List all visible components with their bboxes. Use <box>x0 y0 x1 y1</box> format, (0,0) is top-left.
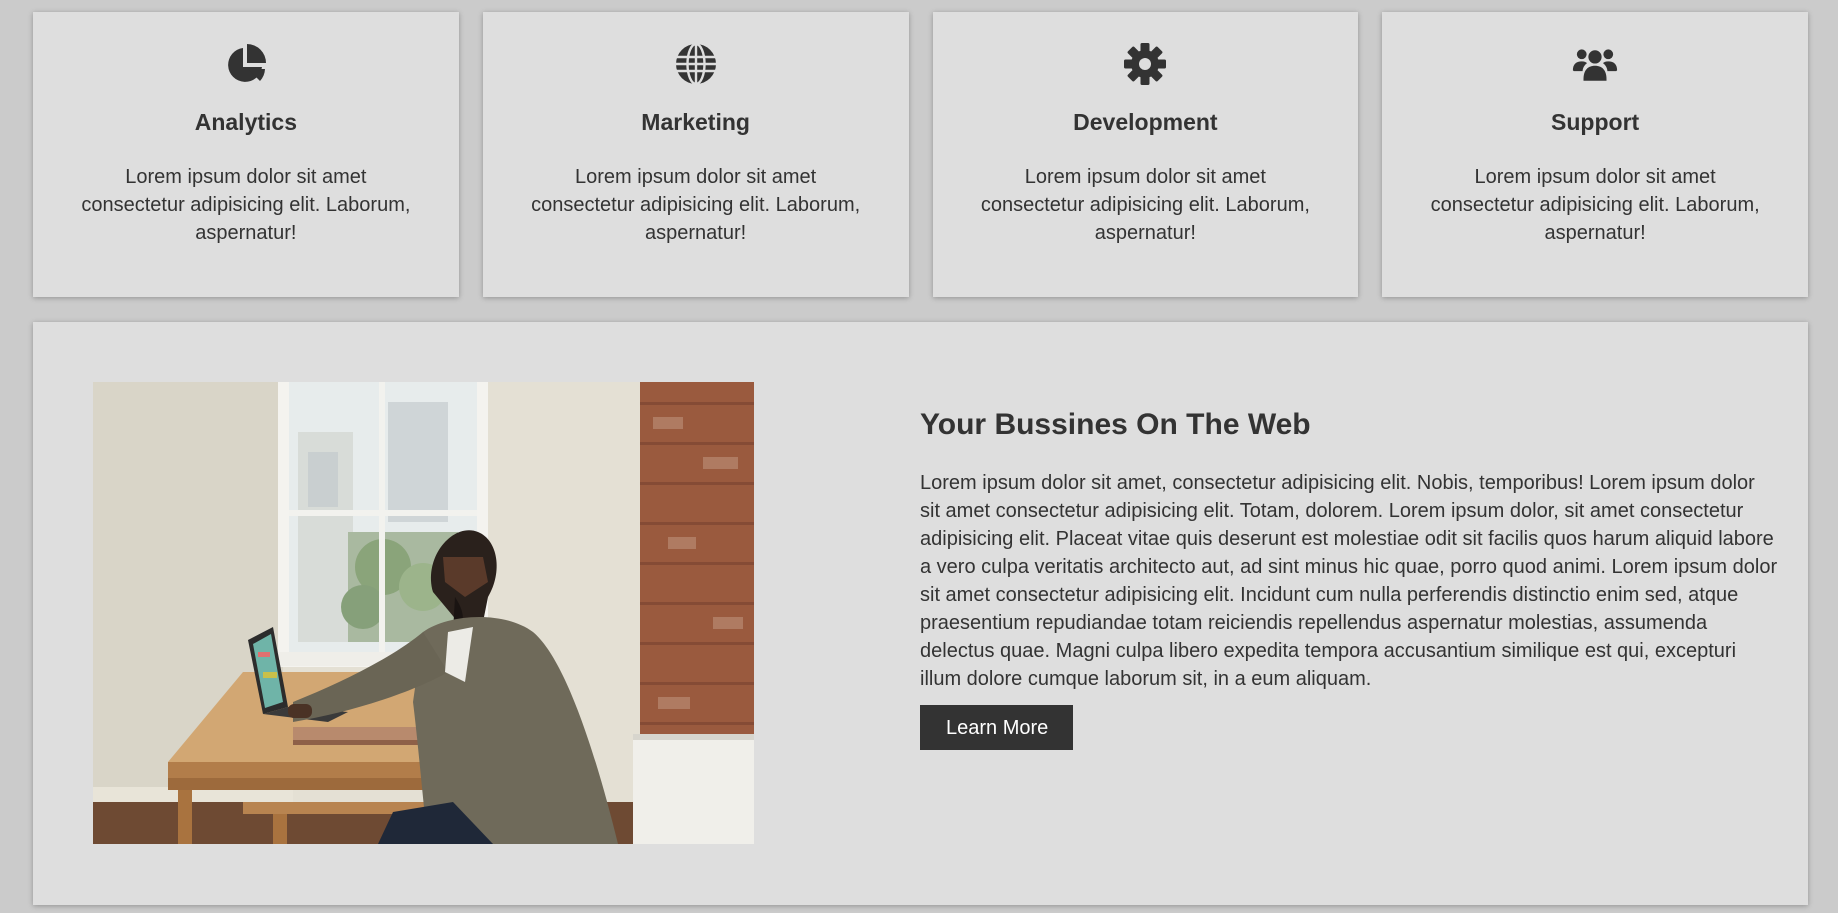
service-description: Lorem ipsum dolor sit amet consectetur a… <box>531 166 861 244</box>
services-section: Analytics Lorem ipsum dolor sit amet con… <box>33 12 1808 297</box>
service-description: Lorem ipsum dolor sit amet consectetur a… <box>81 166 411 244</box>
feature-text: Your Bussines On The Web Lorem ipsum dol… <box>920 408 1780 750</box>
service-card-marketing: Marketing Lorem ipsum dolor sit amet con… <box>482 12 909 297</box>
service-title: Marketing <box>641 109 750 135</box>
feature-description: Lorem ipsum dolor sit amet, consectetur … <box>920 472 1778 690</box>
office-photo <box>93 382 754 844</box>
gear-icon <box>1122 41 1168 87</box>
globe-icon <box>673 41 719 87</box>
service-title: Analytics <box>194 109 297 135</box>
service-card-development: Development Lorem ipsum dolor sit amet c… <box>932 12 1359 297</box>
learn-more-button[interactable]: Learn More <box>920 705 1074 750</box>
service-title: Support <box>1551 109 1640 135</box>
service-title: Development <box>1073 109 1218 135</box>
service-description: Lorem ipsum dolor sit amet consectetur a… <box>980 166 1310 244</box>
feature-section: Your Bussines On The Web Lorem ipsum dol… <box>33 322 1808 905</box>
service-card-support: Support Lorem ipsum dolor sit amet conse… <box>1382 12 1808 297</box>
service-description: Lorem ipsum dolor sit amet consectetur a… <box>1430 166 1760 244</box>
feature-title: Your Bussines On The Web <box>920 408 1311 441</box>
service-card-analytics: Analytics Lorem ipsum dolor sit amet con… <box>33 12 459 297</box>
users-icon <box>1572 41 1618 87</box>
pie-chart-icon <box>223 41 269 87</box>
